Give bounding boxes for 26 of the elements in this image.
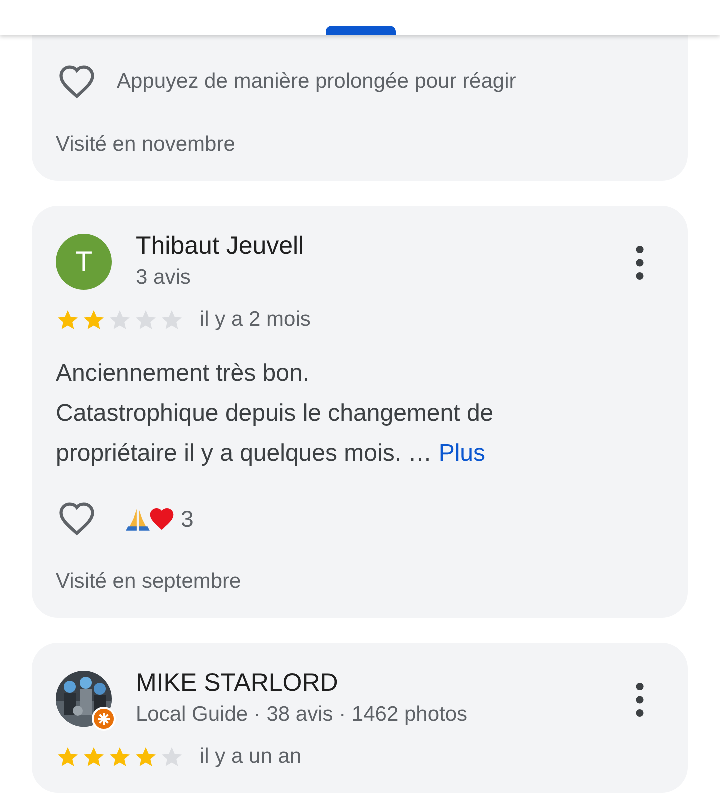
review-date: il y a 2 mois (200, 308, 311, 332)
more-options-icon[interactable] (636, 246, 644, 280)
star-icon (134, 745, 158, 769)
star-icon (56, 308, 80, 332)
star-icon (160, 745, 184, 769)
react-hint: Appuyez de manière prolongée pour réagir (117, 70, 516, 94)
visit-date: Visité en septembre (56, 570, 242, 594)
star-icon (160, 308, 184, 332)
more-link[interactable]: Plus (438, 440, 486, 467)
reaction-count: 3 (181, 506, 194, 532)
tab-indicator (326, 26, 396, 35)
visit-date: Visité en novembre (56, 133, 236, 157)
star-icon (134, 308, 158, 332)
author-meta: 3 avis (136, 265, 192, 291)
star-icon (108, 745, 132, 769)
review-date: il y a un an (200, 745, 302, 769)
star-icon (82, 745, 106, 769)
star-icon (56, 745, 80, 769)
author-name: Thibaut Jeuvell (136, 231, 306, 262)
star-icon (82, 308, 106, 332)
author-meta: Local Guide · 38 avis · 1462 photos (136, 702, 469, 728)
review-text: Anciennement très bon. Catastrophique depuis le changement de propriétaire il y a quelques mois. … Plus (56, 359, 495, 469)
author-name: MIKE STARLORD (136, 668, 340, 699)
avatar: T (56, 234, 112, 290)
more-options-icon[interactable] (636, 683, 644, 717)
star-icon (108, 308, 132, 332)
